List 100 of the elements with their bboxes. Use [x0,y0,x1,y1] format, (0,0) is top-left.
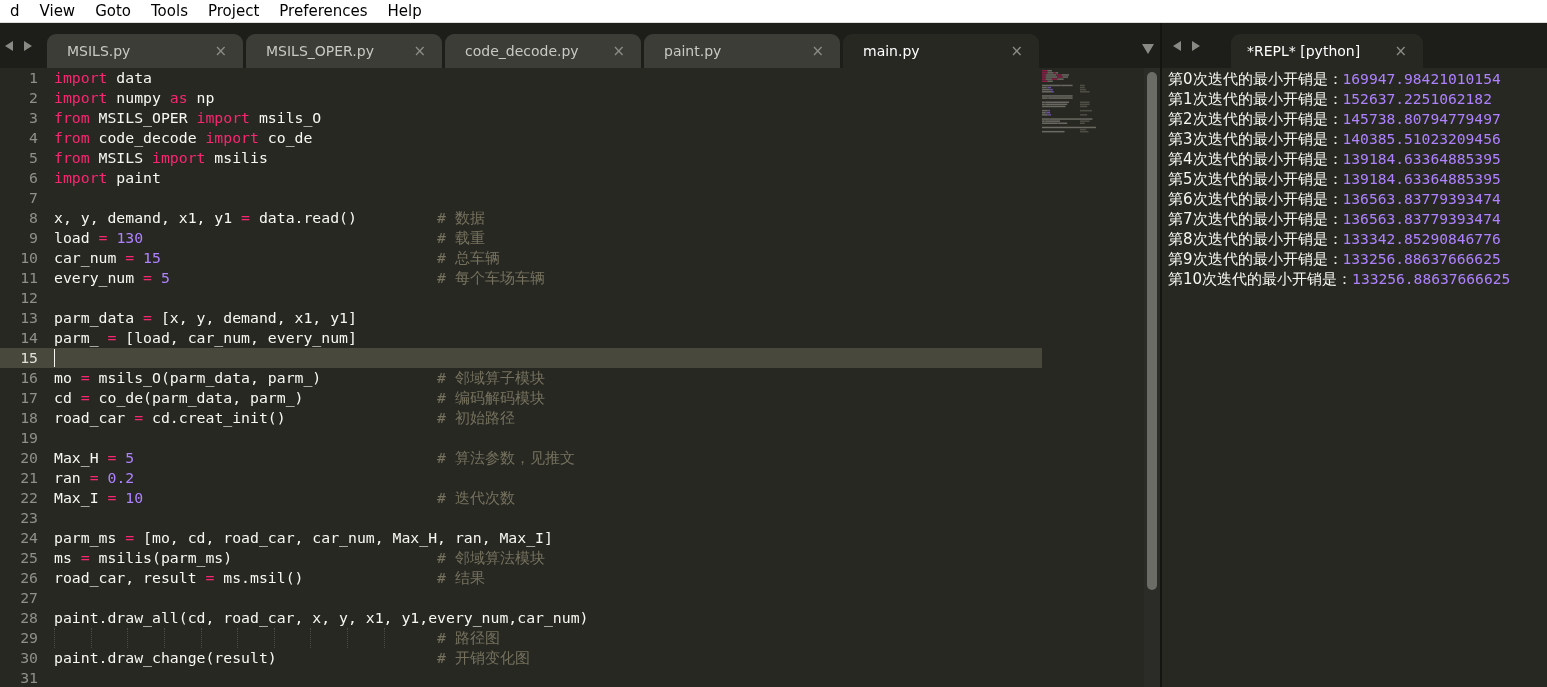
output-line: 第5次迭代的最小开销是：139184.63364885395 [1168,169,1502,189]
line-number: 30 [19,648,39,668]
code-line: mo = msils_O(parm_data, parm_) [54,368,322,388]
line-number: 14 [19,328,39,348]
output-line: 第6次迭代的最小开销是：136563.83779393474 [1168,189,1502,209]
code-line: cd = co_de(parm_data, parm_) [54,388,304,408]
code-line: import data [54,68,152,88]
line-number: 8 [28,208,39,228]
code-line: paint.draw_change(result) [54,648,277,668]
menu-item[interactable]: Project [197,2,270,20]
scrollbar-thumb[interactable] [1147,72,1157,590]
code-comment: # 总车辆 [437,248,500,268]
code-line: from MSILS import msilis [54,148,268,168]
code-line: from code_decode import co_de [54,128,313,148]
code-comment: # 路径图 [437,628,500,648]
repl-tab[interactable]: *REPL* [python] × [1231,34,1423,68]
line-number: 25 [19,548,39,568]
line-number: 1 [28,68,39,88]
code-comment: # 每个车场车辆 [437,268,545,288]
tab-forward-icon[interactable] [23,39,33,52]
code-comment: # 编码解码模块 [437,388,545,408]
code-comment: # 载重 [437,228,485,248]
line-number: 6 [28,168,39,188]
code-comment: # 邻域算子模块 [437,368,545,388]
output-line: 第3次迭代的最小开销是：140385.51023209456 [1168,129,1502,149]
code-line: from MSILS_OPER import msils_O [54,108,322,128]
output-line: 第0次迭代的最小开销是：169947.98421010154 [1168,69,1502,89]
line-number: 7 [28,188,39,208]
code-line: road_car, result = ms.msil() [54,568,304,588]
line-number: 13 [19,308,39,328]
menu-item[interactable]: Preferences [269,2,378,20]
output-line: 第10次迭代的最小开销是：133256.88637666625 [1168,269,1512,289]
code-line: car_num = 15 [54,248,161,268]
output-line: 第8次迭代的最小开销是：133342.85290846776 [1168,229,1502,249]
menu-item[interactable]: d [0,2,30,20]
tab-back-icon[interactable] [4,39,14,52]
menu-item[interactable]: View [29,2,86,20]
code-comment: # 结果 [437,568,485,588]
code-line: every_num = 5 [54,268,170,288]
line-number: 3 [28,108,39,128]
line-number: 21 [19,468,39,488]
code-line: ms = msilis(parm_ms) [54,548,233,568]
code-line: parm_ms = [mo, cd, road_car, car_num, Max_H, ran, Max_I] [54,528,553,548]
text-cursor [54,349,55,367]
line-number: 27 [19,588,39,608]
line-number: 16 [19,368,39,388]
file-tab[interactable]: main.py × [843,34,1039,68]
dropdown-icon[interactable] [1142,44,1154,54]
code-line: Max_H = 5 [54,448,135,468]
code-comment: # 邻域算法模块 [437,548,545,568]
code-line: parm_data = [x, y, demand, x1, y1] [54,308,357,328]
code-comment: # 初始路径 [437,408,515,428]
line-number: 10 [19,248,39,268]
file-tab[interactable]: code_decode.py × [445,34,641,68]
line-number: 4 [28,128,39,148]
line-number: 24 [19,528,39,548]
code-line: import numpy as np [54,88,215,108]
line-number: 31 [19,668,39,687]
close-icon[interactable]: × [1394,42,1407,60]
code-comment: # 迭代次数 [437,488,515,508]
menu-item[interactable]: Goto [85,2,141,20]
code-line: Max_I = 10 [54,488,144,508]
line-number: 19 [19,428,39,448]
code-comment: # 算法参数，见推文 [437,448,575,468]
output-line: 第4次迭代的最小开销是：139184.63364885395 [1168,149,1502,169]
file-tab[interactable]: MSILS.py × [47,34,243,68]
close-icon[interactable]: × [1010,42,1023,60]
code-comment: # 开销变化图 [437,648,530,668]
code-line: ran = 0.2 [54,468,135,488]
code-line: parm_ = [load, car_num, every_num] [54,328,357,348]
file-tab[interactable]: MSILS_OPER.py × [246,34,442,68]
line-number: 28 [19,608,39,628]
code-line: x, y, demand, x1, y1 = data.read() [54,208,357,228]
line-number: 23 [19,508,39,528]
menu-item[interactable]: Help [377,2,432,20]
line-number: 17 [19,388,39,408]
code-comment: # 数据 [437,208,485,228]
output-line: 第9次迭代的最小开销是：133256.88637666625 [1168,249,1502,269]
tab-forward-icon[interactable] [1191,39,1201,52]
file-tab[interactable]: paint.py × [644,34,840,68]
code-line: road_car = cd.creat_init() [54,408,286,428]
output-line: 第7次迭代的最小开销是：136563.83779393474 [1168,209,1502,229]
code-line: paint.draw_all(cd, road_car, x, y, x1, y1,every_num,car_num) [54,608,589,628]
code-line: import paint [54,168,161,188]
line-number: 2 [28,88,39,108]
output-line: 第2次迭代的最小开销是：145738.80794779497 [1168,109,1502,129]
line-number: 26 [19,568,39,588]
output-line: 第1次迭代的最小开销是：152637.2251062182 [1168,89,1493,109]
line-number: 22 [19,488,39,508]
menu-item[interactable]: Tools [141,2,198,20]
code-line: load = 130 [54,228,144,248]
line-number: 29 [19,628,39,648]
tab-back-icon[interactable] [1172,39,1182,52]
line-number: 20 [19,448,39,468]
line-number: 5 [28,148,39,168]
line-number: 15 [19,348,39,368]
line-number: 18 [19,408,39,428]
line-number: 12 [19,288,39,308]
line-number: 9 [28,228,39,248]
line-number: 11 [19,268,39,288]
